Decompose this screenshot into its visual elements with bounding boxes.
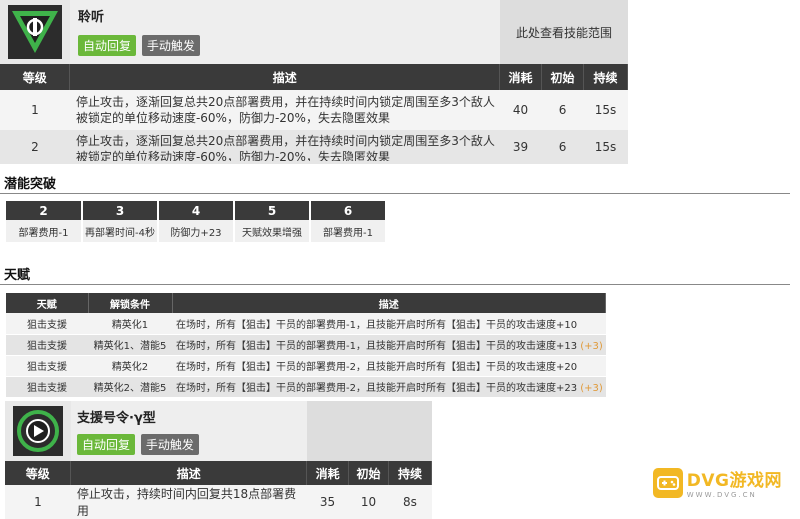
potential-header: 5 bbox=[234, 201, 311, 220]
description-text: 停止攻击，逐渐回复总共20点部署费用，并在持续时间内锁定周围至多3个敌人 被锁定… bbox=[75, 134, 495, 161]
skill-2-range-cell[interactable] bbox=[307, 401, 432, 461]
talent-header-condition: 解锁条件 bbox=[88, 293, 173, 313]
potential-value: 天赋效果增强 bbox=[234, 220, 311, 242]
table-row: 狙击支援 精英化1 在场时，所有【狙击】干员的部署费用-1，且技能开启时所有【狙… bbox=[6, 313, 606, 335]
header-duration: 持续 bbox=[583, 64, 628, 90]
talent-condition-cell: 精英化1、潜能5 bbox=[88, 334, 172, 356]
talent-condition-cell: 精英化2 bbox=[88, 355, 172, 377]
table-row: 2 停止攻击，逐渐回复总共20点部署费用，并在持续时间内锁定周围至多3个敌人 被… bbox=[0, 130, 628, 164]
level-cell: 1 bbox=[5, 485, 71, 519]
header-cost: 消耗 bbox=[499, 64, 543, 90]
talent-condition-cell: 精英化1 bbox=[88, 313, 172, 335]
cost-cell: 35 bbox=[306, 485, 349, 519]
talent-bonus-text: (+3) bbox=[580, 341, 603, 352]
skill-1-name-cell: 聆听 自动回复 手动触发 bbox=[70, 0, 500, 64]
talent-table: 天赋 解锁条件 描述 狙击支援 精英化1 在场时，所有【狙击】干员的部署费用-1… bbox=[6, 293, 606, 398]
potential-divider bbox=[0, 193, 790, 194]
duration-cell: 15s bbox=[583, 130, 628, 164]
potential-header: 3 bbox=[82, 201, 159, 220]
skill-1-name: 聆听 bbox=[78, 10, 105, 25]
talent-name-cell: 狙击支援 bbox=[6, 355, 88, 377]
skill-2-panel: 支援号令·γ型 自动回复 手动触发 等级 描述 消耗 初始 持续 1 停止攻击，… bbox=[5, 401, 432, 519]
potential-value: 部署费用-1 bbox=[6, 220, 83, 242]
talent-description-text: 在场时，所有【狙击】干员的部署费用-1，且技能开启时所有【狙击】干员的攻击速度+… bbox=[176, 341, 578, 352]
talent-description-text: 在场时，所有【狙击】干员的部署费用-2，且技能开启时所有【狙击】干员的攻击速度+… bbox=[176, 362, 578, 373]
cost-cell: 39 bbox=[499, 130, 542, 164]
skill-1-table: 等级 描述 消耗 初始 持续 1 停止攻击，逐渐回复总共20点部署费用，并在持续… bbox=[0, 64, 628, 164]
level-cell: 2 bbox=[0, 130, 70, 164]
skill-1-range-link[interactable]: 此处查看技能范围 bbox=[500, 0, 628, 64]
potential-table: 2 3 4 5 6 部署费用-1 再部署时间-4秒 防御力+23 天赋效果增强 … bbox=[6, 201, 387, 242]
talent-bonus-text: (+3) bbox=[580, 383, 603, 394]
header-level: 等级 bbox=[0, 64, 71, 90]
potential-value: 再部署时间-4秒 bbox=[82, 220, 159, 242]
potential-value: 防御力+23 bbox=[158, 220, 235, 242]
talent-name-cell: 狙击支援 bbox=[6, 334, 88, 356]
table-row: 狙击支援 精英化1、潜能5 在场时，所有【狙击】干员的部署费用-1，且技能开启时… bbox=[6, 334, 606, 356]
talent-name-cell: 狙击支援 bbox=[6, 376, 88, 398]
skill-2-manual-trigger-tag: 手动触发 bbox=[140, 434, 199, 455]
table-row: 狙击支援 精英化2、潜能5 在场时，所有【狙击】干员的部署费用-2，且技能开启时… bbox=[6, 376, 606, 398]
potential-section-title: 潜能突破 bbox=[4, 177, 57, 192]
talent-description-text: 在场时，所有【狙击】干员的部署费用-1，且技能开启时所有【狙击】干员的攻击速度+… bbox=[176, 319, 578, 331]
talent-name-cell: 狙击支援 bbox=[6, 313, 88, 335]
potential-header: 6 bbox=[310, 201, 387, 220]
skill-2-header: 支援号令·γ型 自动回复 手动触发 bbox=[5, 401, 432, 461]
skill-2-icon-cell bbox=[5, 401, 71, 461]
skill-1-manual-trigger-tag: 手动触发 bbox=[141, 35, 200, 56]
talent-condition-cell: 精英化2、潜能5 bbox=[88, 376, 172, 398]
skill-2-auto-recovery-tag: 自动回复 bbox=[77, 434, 136, 455]
potential-header: 4 bbox=[158, 201, 235, 220]
talent-description-text: 在场时，所有【狙击】干员的部署费用-2，且技能开启时所有【狙击】干员的攻击速度+… bbox=[176, 383, 578, 394]
description-cell: 停止攻击，持续时间内回复共18点部署费用 bbox=[70, 485, 307, 519]
talent-description-cell: 在场时，所有【狙击】干员的部署费用-2，且技能开启时所有【狙击】干员的攻击速度+… bbox=[172, 355, 606, 377]
description-cell: 停止攻击，逐渐回复总共20点部署费用，并在持续时间内锁定周围至多3个敌人 被锁定… bbox=[69, 130, 500, 164]
level-cell: 1 bbox=[0, 90, 70, 130]
watermark-text: DVG游戏网 WWW.DVG.CN bbox=[687, 466, 782, 499]
initial-cell: 6 bbox=[541, 90, 584, 130]
header-description: 描述 bbox=[70, 461, 308, 485]
header-cost: 消耗 bbox=[306, 461, 350, 485]
initial-cell: 6 bbox=[541, 130, 584, 164]
talent-description-cell: 在场时，所有【狙击】干员的部署费用-1，且技能开启时所有【狙击】干员的攻击速度+… bbox=[172, 313, 606, 335]
potential-value: 部署费用-1 bbox=[310, 220, 387, 242]
talent-description-cell: 在场时，所有【狙击】干员的部署费用-2，且技能开启时所有【狙击】干员的攻击速度+… bbox=[172, 376, 606, 398]
skill-1-icon-cell bbox=[0, 0, 70, 64]
triangle-skill-icon bbox=[8, 5, 62, 59]
potential-header: 2 bbox=[6, 201, 83, 220]
talent-divider bbox=[0, 284, 790, 285]
table-row: 1 停止攻击，逐渐回复总共20点部署费用，并在持续时间内锁定周围至多3个敌人 被… bbox=[0, 90, 628, 130]
talent-section-title: 天赋 bbox=[4, 268, 31, 283]
initial-cell: 10 bbox=[348, 485, 389, 519]
header-duration: 持续 bbox=[388, 461, 432, 485]
skill-2-name: 支援号令·γ型 bbox=[77, 411, 156, 426]
circle-skill-icon bbox=[13, 406, 63, 456]
table-row: 狙击支援 精英化2 在场时，所有【狙击】干员的部署费用-2，且技能开启时所有【狙… bbox=[6, 355, 606, 377]
duration-cell: 15s bbox=[583, 90, 628, 130]
talent-description-cell: 在场时，所有【狙击】干员的部署费用-1，且技能开启时所有【狙击】干员的攻击速度+… bbox=[172, 334, 606, 356]
talent-header-name: 天赋 bbox=[6, 293, 89, 313]
gamepad-icon bbox=[652, 467, 683, 498]
watermark-sub-text: WWW.DVG.CN bbox=[686, 491, 757, 499]
header-initial: 初始 bbox=[348, 461, 389, 485]
header-initial: 初始 bbox=[541, 64, 584, 90]
watermark-main-text: DVG游戏网 bbox=[686, 471, 782, 491]
talent-header-description: 描述 bbox=[172, 293, 606, 313]
description-cell: 停止攻击，逐渐回复总共20点部署费用，并在持续时间内锁定周围至多3个敌人 被锁定… bbox=[69, 90, 500, 130]
watermark-logo: DVG游戏网 WWW.DVG.CN bbox=[652, 466, 782, 499]
header-level: 等级 bbox=[5, 461, 72, 485]
duration-cell: 8s bbox=[388, 485, 432, 519]
table-row: 1 停止攻击，持续时间内回复共18点部署费用 35 10 8s bbox=[5, 485, 432, 519]
skill-2-table: 等级 描述 消耗 初始 持续 1 停止攻击，持续时间内回复共18点部署费用 35… bbox=[5, 461, 432, 519]
skill-2-name-cell: 支援号令·γ型 自动回复 手动触发 bbox=[71, 401, 307, 461]
cost-cell: 40 bbox=[499, 90, 542, 130]
header-description: 描述 bbox=[69, 64, 501, 90]
skill-1-auto-recovery-tag: 自动回复 bbox=[78, 35, 137, 56]
skill-1-header: 聆听 自动回复 手动触发 此处查看技能范围 bbox=[0, 0, 628, 64]
skill-1-panel: 聆听 自动回复 手动触发 此处查看技能范围 等级 描述 消耗 初始 持续 1 停… bbox=[0, 0, 628, 164]
